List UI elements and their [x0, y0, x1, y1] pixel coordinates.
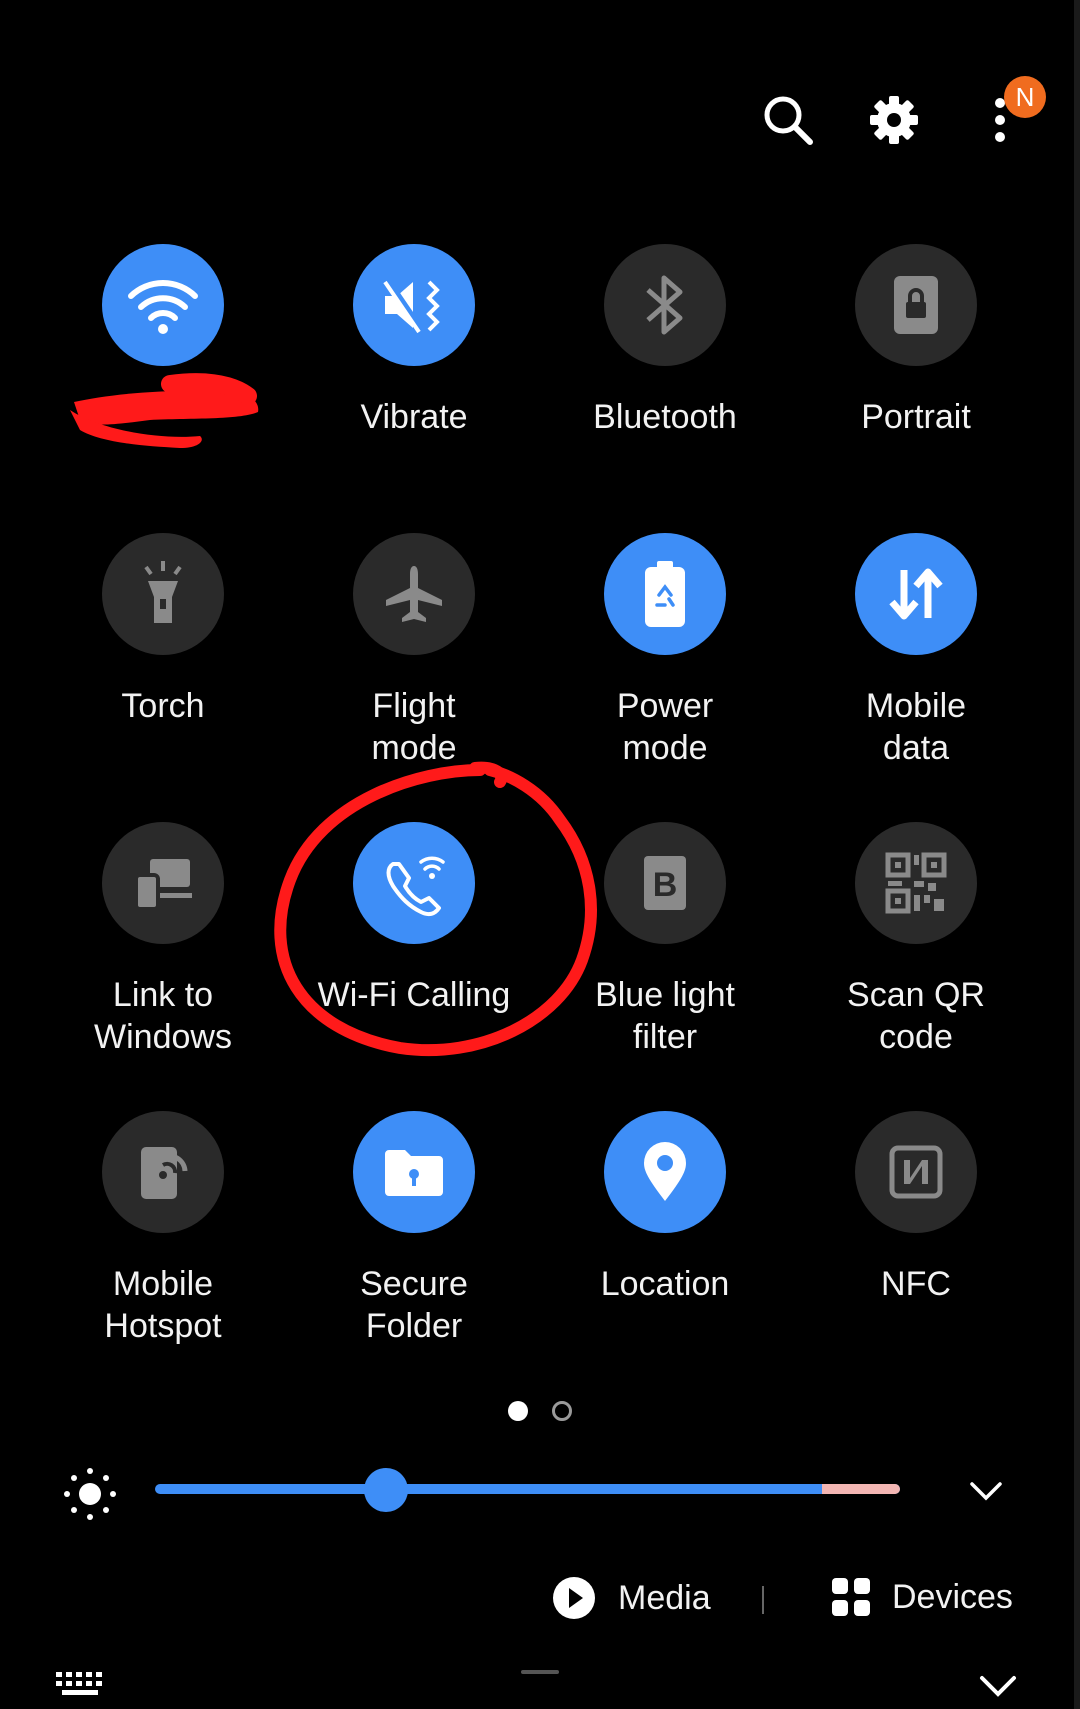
drag-handle[interactable]	[521, 1670, 559, 1674]
tile-torch[interactable]: Torch	[38, 533, 288, 727]
blue-light-filter-toggle[interactable]: B	[604, 822, 726, 944]
wifi-calling-icon	[386, 856, 445, 917]
tile-wifi-calling[interactable]: Wi-Fi Calling	[289, 822, 539, 1016]
tile-label: Secure Folder	[360, 1265, 468, 1345]
tile-vibrate[interactable]: Vibrate	[289, 244, 539, 438]
bluetooth-toggle[interactable]	[604, 244, 726, 366]
tile-mobile-hotspot[interactable]: Mobile Hotspot	[38, 1111, 288, 1347]
tile-label: Link to Windows	[94, 976, 232, 1056]
brightness-slider[interactable]	[155, 1484, 900, 1494]
nfc-toggle[interactable]	[855, 1111, 977, 1233]
pager-dot-inactive[interactable]	[552, 1401, 572, 1421]
portrait-toggle[interactable]	[855, 244, 977, 366]
power-mode-toggle[interactable]	[604, 533, 726, 655]
devices-label: Devices	[892, 1577, 1013, 1616]
battery-icon	[645, 561, 685, 627]
brightness-track-max	[822, 1484, 900, 1494]
divider	[762, 1586, 764, 1614]
blue-light-icon: B	[644, 856, 686, 910]
link-to-windows-toggle[interactable]	[102, 822, 224, 944]
sun-icon	[62, 1466, 118, 1522]
chevron-down-icon[interactable]	[976, 1670, 1020, 1702]
brightness-thumb[interactable]	[363, 1468, 408, 1512]
tile-label: Flight mode	[371, 687, 457, 767]
tile-wifi[interactable]	[38, 244, 288, 396]
search-icon[interactable]	[756, 88, 820, 152]
bluetooth-icon	[646, 275, 683, 335]
tile-link-to-windows[interactable]: Link to Windows	[38, 822, 288, 1058]
devices-button[interactable]: Devices	[830, 1576, 1013, 1618]
tile-label: Mobile data	[865, 687, 967, 767]
tile-mobile-data[interactable]: Mobile data	[791, 533, 1041, 769]
tile-label: NFC	[881, 1265, 951, 1303]
tile-label: Location	[600, 1265, 730, 1303]
wifi-icon	[128, 280, 198, 334]
nfc-icon	[889, 1145, 943, 1199]
gear-icon[interactable]	[862, 88, 926, 152]
media-button[interactable]: Media	[552, 1576, 711, 1620]
torch-icon	[144, 561, 182, 623]
tile-label: Wi-Fi Calling	[317, 976, 511, 1014]
tile-bluetooth[interactable]: Bluetooth	[540, 244, 790, 438]
tile-label: Vibrate	[360, 398, 468, 436]
tile-location[interactable]: Location	[540, 1111, 790, 1305]
media-label: Media	[618, 1578, 711, 1617]
tile-label: Bluetooth	[593, 398, 737, 436]
tile-label: Mobile Hotspot	[104, 1265, 222, 1345]
keyboard-icon[interactable]	[54, 1670, 110, 1702]
data-arrows-icon	[889, 568, 943, 620]
secure-folder-toggle[interactable]	[353, 1111, 475, 1233]
wifi-toggle[interactable]	[102, 244, 224, 366]
svg-text:B: B	[653, 866, 678, 904]
vibrate-toggle[interactable]	[353, 244, 475, 366]
tile-portrait[interactable]: Portrait	[791, 244, 1041, 438]
airplane-icon	[386, 566, 442, 622]
tile-label: Blue light filter	[595, 976, 735, 1056]
vibrate-icon	[383, 278, 440, 334]
play-circle-icon	[553, 1577, 595, 1619]
notification-badge: N	[1004, 76, 1046, 118]
flight-mode-toggle[interactable]	[353, 533, 475, 655]
link-windows-icon	[134, 859, 192, 911]
tile-blue-light-filter[interactable]: B Blue light filter	[540, 822, 790, 1058]
tile-label: Torch	[121, 687, 205, 725]
mobile-data-toggle[interactable]	[855, 533, 977, 655]
quick-settings-panel: N Vibrate Bluetooth Portrait Torch Fligh…	[0, 0, 1080, 1709]
tile-nfc[interactable]: NFC	[791, 1111, 1041, 1305]
pager-dot-active[interactable]	[508, 1401, 528, 1421]
mobile-hotspot-toggle[interactable]	[102, 1111, 224, 1233]
hotspot-icon	[141, 1147, 188, 1199]
chevron-down-icon[interactable]	[966, 1476, 1006, 1506]
tile-scan-qr-code[interactable]: Scan QR code	[791, 822, 1041, 1058]
wifi-calling-toggle[interactable]	[353, 822, 475, 944]
tile-label: Power mode	[616, 687, 714, 767]
tile-flight-mode[interactable]: Flight mode	[289, 533, 539, 769]
devices-grid-icon	[832, 1578, 870, 1616]
tile-label: Scan QR code	[847, 976, 985, 1056]
qr-code-icon	[885, 852, 947, 914]
tile-label: Portrait	[861, 398, 971, 436]
tile-secure-folder[interactable]: Secure Folder	[289, 1111, 539, 1347]
torch-toggle[interactable]	[102, 533, 224, 655]
scan-qr-code-toggle[interactable]	[855, 822, 977, 944]
secure-folder-icon	[385, 1150, 443, 1196]
tile-power-mode[interactable]: Power mode	[540, 533, 790, 769]
location-toggle[interactable]	[604, 1111, 726, 1233]
location-pin-icon	[644, 1142, 686, 1201]
rotation-lock-icon	[894, 276, 938, 334]
